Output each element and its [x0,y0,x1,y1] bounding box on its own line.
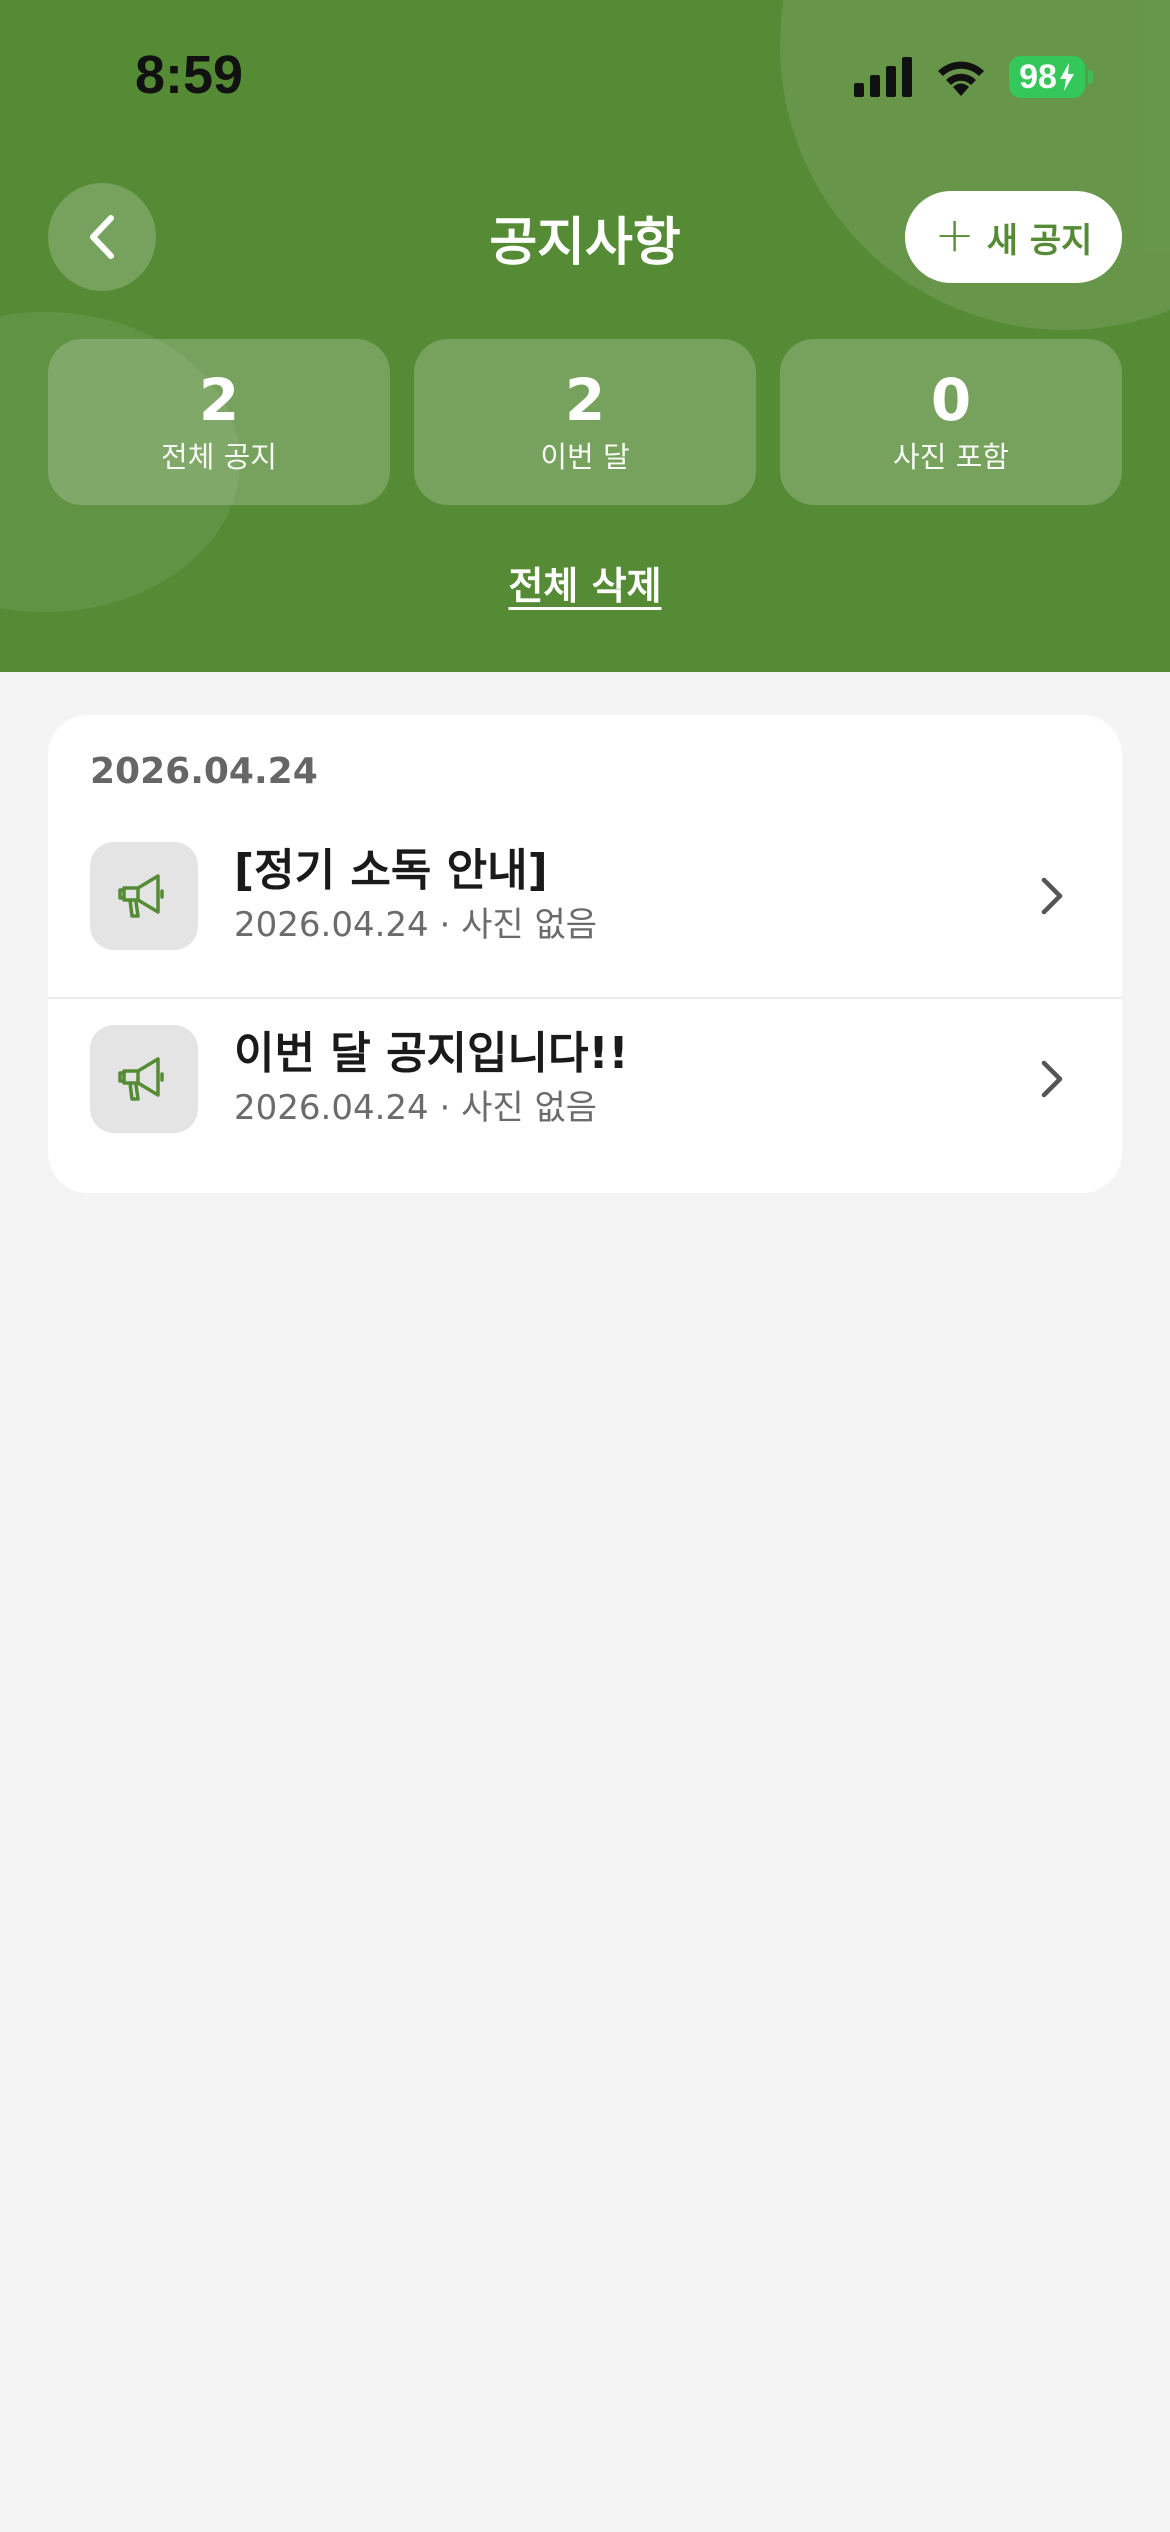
notice-icon-box [90,842,198,950]
notice-list-item[interactable]: 이번 달 공지입니다!! 2026.04.24 · 사진 없음 [48,988,1122,1170]
notice-list-item[interactable]: [정기 소독 안내] 2026.04.24 · 사진 없음 [48,805,1122,987]
new-notice-label: 새 공지 [986,220,1093,261]
stat-label: 사진 포함 [893,440,1009,474]
delete-all-row: 전체 삭제 [0,555,1170,610]
chevron-right-icon [1041,1060,1063,1098]
stat-value: 0 [930,366,972,434]
stat-value: 2 [198,366,240,434]
stat-label: 이번 달 [540,440,630,474]
stat-total: 2 전체 공지 [48,339,390,505]
wifi-icon [938,61,984,96]
stats-row: 2 전체 공지 2 이번 달 0 사진 포함 [48,339,1122,505]
status-time: 8:59 [135,45,244,105]
chevron-right-icon [1041,877,1063,915]
plus-icon: + [934,207,975,263]
battery-level: 98 [1019,57,1057,96]
charging-bolt-icon [1059,63,1074,91]
notice-text: 이번 달 공지입니다!! 2026.04.24 · 사진 없음 [234,1026,629,1132]
stat-with-photo: 0 사진 포함 [780,339,1122,505]
notice-group-card: 2026.04.24 [정기 소독 안내] 2026.04.24 · 사진 없음 [48,715,1122,1193]
new-notice-button[interactable]: + 새 공지 [905,191,1122,283]
stat-this-month: 2 이번 달 [414,339,756,505]
notice-icon-box [90,1025,198,1133]
battery-indicator: 98 [1009,56,1085,98]
notice-meta: 2026.04.24 · 사진 없음 [234,905,598,945]
megaphone-icon [118,1057,164,1101]
header: 8:59 98 공지사항 + 새 공지 2 전체 공지 2 이번 달 0 사진 … [0,0,1170,672]
stat-label: 전체 공지 [161,440,277,474]
delete-all-link[interactable]: 전체 삭제 [508,564,661,608]
megaphone-icon [118,874,164,918]
stat-value: 2 [564,366,606,434]
battery-tip [1088,70,1093,84]
notice-meta: 2026.04.24 · 사진 없음 [234,1088,598,1128]
group-date: 2026.04.24 [90,751,318,792]
notice-text: [정기 소독 안내] 2026.04.24 · 사진 없음 [234,843,597,949]
notice-list-screen: 8:59 98 공지사항 + 새 공지 2 전체 공지 2 이번 달 0 사진 … [0,0,1170,2532]
cellular-signal-icon [854,57,912,97]
notice-title: 이번 달 공지입니다!! [234,1028,629,1079]
notice-title: [정기 소독 안내] [234,845,548,896]
